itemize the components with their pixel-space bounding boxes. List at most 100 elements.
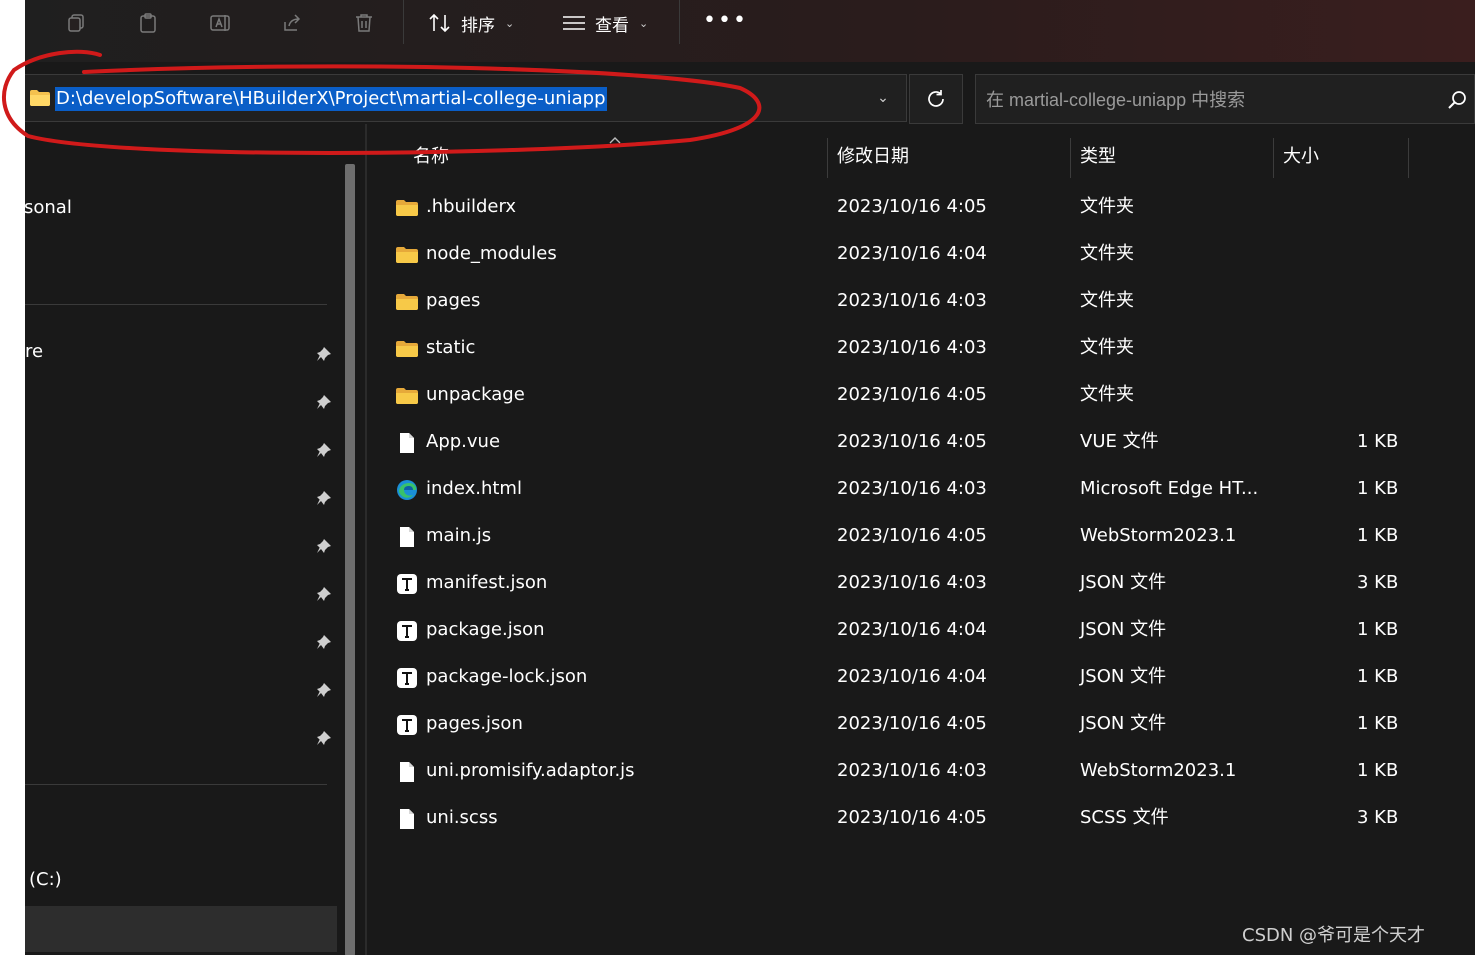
file-date: 2023/10/16 4:05 [837, 807, 987, 828]
file-date: 2023/10/16 4:04 [837, 243, 987, 264]
watermark: CSDN @爷可是个天才 [1242, 925, 1426, 946]
file-name[interactable]: static [426, 335, 475, 361]
file-name[interactable]: package-lock.json [426, 664, 587, 690]
file-size: 1 KB [1357, 619, 1399, 640]
address-bar[interactable]: D:\developSoftware\HBuilderX\Project\mar… [25, 74, 907, 122]
file-row[interactable]: App.vue 2023/10/16 4:05 VUE 文件 1 KB [367, 419, 1475, 466]
file-row[interactable]: package-lock.json 2023/10/16 4:04 JSON 文件 1… [367, 654, 1475, 701]
file-name[interactable]: pages.json [426, 711, 523, 737]
search-input[interactable] [986, 87, 1426, 113]
file-row[interactable]: static 2023/10/16 4:03 文件夹 [367, 325, 1475, 372]
text-file-icon [395, 666, 419, 690]
file-row[interactable]: pages.json 2023/10/16 4:05 JSON 文件 1 KB [367, 701, 1475, 748]
address-path[interactable]: D:\developSoftware\HBuilderX\Project\mar… [55, 87, 607, 111]
file-name[interactable]: manifest.json [426, 570, 547, 596]
text-file-icon [395, 619, 419, 643]
file-row[interactable]: .hbuilderx 2023/10/16 4:05 文件夹 [367, 184, 1475, 231]
column-header-size[interactable]: 大小 [1283, 134, 1319, 180]
column-divider[interactable] [827, 138, 828, 178]
view-label: 查看 [595, 15, 629, 36]
file-row[interactable]: package.json 2023/10/16 4:04 JSON 文件 1 KB [367, 607, 1475, 654]
file-row[interactable]: uni.scss 2023/10/16 4:05 SCSS 文件 3 KB [367, 795, 1475, 842]
rename-icon[interactable] [205, 8, 235, 38]
column-divider[interactable] [1408, 138, 1409, 178]
file-explorer-window: 排序 ⌄ 查看 ⌄ ••• D:\developSoftware\HBuilde… [25, 0, 1475, 955]
file-name[interactable]: package.json [426, 617, 545, 643]
file-name[interactable]: pages [426, 288, 480, 314]
more-options-button[interactable]: ••• [703, 8, 748, 33]
file-row[interactable]: node_modules 2023/10/16 4:04 文件夹 [367, 231, 1475, 278]
file-name[interactable]: node_modules [426, 241, 557, 267]
file-row[interactable]: pages 2023/10/16 4:03 文件夹 [367, 278, 1475, 325]
file-date: 2023/10/16 4:05 [837, 713, 987, 734]
nav-scrollbar-thumb[interactable] [345, 164, 355, 955]
column-header-row: 名称 修改日期 类型 大小 [367, 134, 1475, 180]
pin-icon [317, 443, 331, 457]
file-type: 文件夹 [1080, 337, 1134, 358]
file-name[interactable]: main.js [426, 523, 491, 549]
file-name[interactable]: unpackage [426, 382, 525, 408]
file-name[interactable]: App.vue [426, 429, 500, 455]
file-size [1357, 382, 1397, 408]
text-file-icon [395, 572, 419, 596]
nav-item-selected[interactable] [25, 906, 337, 952]
nav-item-personal[interactable]: sonal [25, 197, 72, 218]
chevron-down-icon: ⌄ [505, 16, 515, 30]
pin-icon [317, 731, 331, 745]
column-divider[interactable] [1273, 138, 1274, 178]
file-type: 文件夹 [1080, 196, 1134, 217]
file-row[interactable]: main.js 2023/10/16 4:05 WebStorm2023.1 1 KB [367, 513, 1475, 560]
file-type: JSON 文件 [1080, 713, 1167, 734]
column-header-date[interactable]: 修改日期 [837, 134, 909, 180]
file-icon [395, 431, 419, 455]
folder-icon [395, 196, 419, 220]
column-header-name[interactable]: 名称 [413, 134, 449, 180]
file-name[interactable]: uni.scss [426, 805, 498, 831]
view-icon [563, 16, 585, 30]
file-size: 1 KB [1357, 431, 1399, 452]
share-icon[interactable] [277, 8, 307, 38]
file-size: 1 KB [1357, 666, 1399, 687]
folder-icon [395, 337, 419, 361]
refresh-button[interactable] [909, 74, 963, 124]
search-icon[interactable] [1446, 89, 1468, 111]
file-name[interactable]: uni.promisify.adaptor.js [426, 758, 635, 784]
pin-icon [317, 347, 331, 361]
file-date: 2023/10/16 4:05 [837, 431, 987, 452]
file-name[interactable]: .hbuilderx [426, 194, 516, 220]
file-type: JSON 文件 [1080, 619, 1167, 640]
file-date: 2023/10/16 4:04 [837, 666, 987, 687]
paste-icon[interactable] [133, 8, 163, 38]
file-date: 2023/10/16 4:05 [837, 525, 987, 546]
pin-icon [317, 491, 331, 505]
file-type: 文件夹 [1080, 384, 1134, 405]
column-header-type[interactable]: 类型 [1080, 134, 1116, 180]
file-date: 2023/10/16 4:03 [837, 478, 987, 499]
search-box[interactable] [975, 74, 1475, 124]
pin-icon [317, 539, 331, 553]
delete-icon[interactable] [349, 8, 379, 38]
file-size: 3 KB [1357, 572, 1399, 593]
nav-item-quick-access[interactable]: re [25, 341, 43, 362]
file-row[interactable]: manifest.json 2023/10/16 4:03 JSON 文件 3 KB [367, 560, 1475, 607]
address-history-dropdown[interactable]: ⌄ [860, 75, 906, 121]
pin-icon [317, 635, 331, 649]
copy-icon[interactable] [61, 8, 91, 38]
file-icon [395, 807, 419, 831]
file-name[interactable]: index.html [426, 476, 522, 502]
file-date: 2023/10/16 4:03 [837, 572, 987, 593]
file-size: 1 KB [1357, 713, 1399, 734]
pin-icon [317, 587, 331, 601]
file-size [1357, 241, 1397, 267]
edge-icon [395, 478, 419, 502]
file-size: 3 KB [1357, 807, 1399, 828]
file-row[interactable]: unpackage 2023/10/16 4:05 文件夹 [367, 372, 1475, 419]
file-type: 文件夹 [1080, 243, 1134, 264]
column-divider[interactable] [1070, 138, 1071, 178]
nav-item-drive-c[interactable]: (C:) [29, 869, 62, 890]
sort-button[interactable]: 排序 ⌄ [427, 6, 514, 40]
file-row[interactable]: uni.promisify.adaptor.js 2023/10/16 4:03 W… [367, 748, 1475, 795]
view-button[interactable]: 查看 ⌄ [561, 6, 648, 40]
toolbar-divider [403, 0, 404, 44]
file-row[interactable]: index.html 2023/10/16 4:03 Microsoft Edge … [367, 466, 1475, 513]
